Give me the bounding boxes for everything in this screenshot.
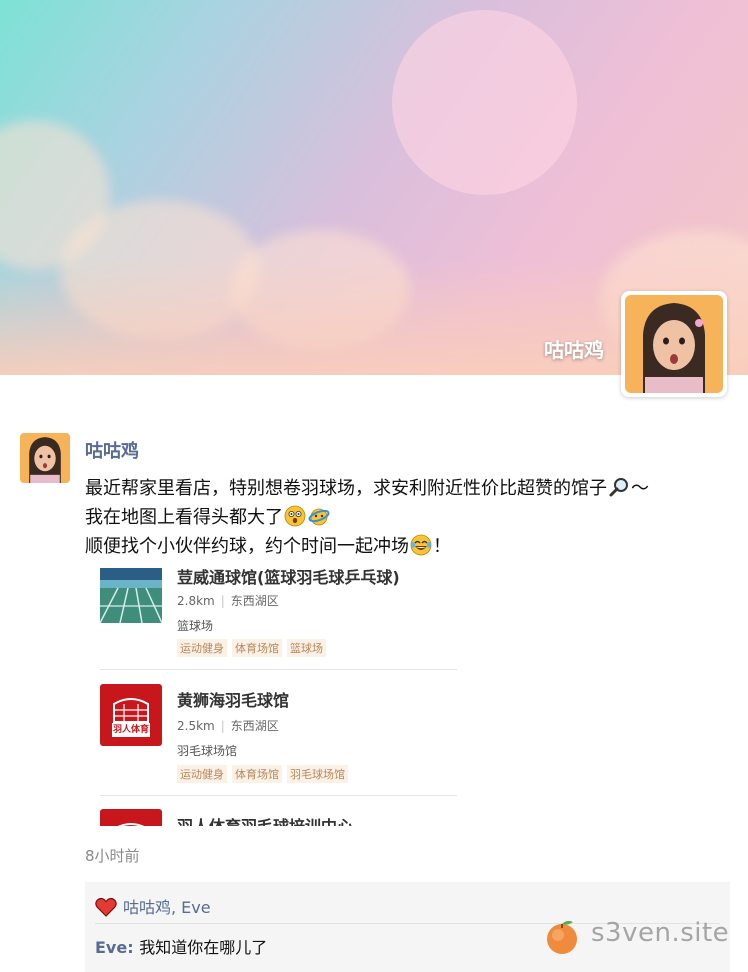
place-tag: 羽毛球场馆 — [287, 765, 348, 783]
place-tag: 篮球场 — [287, 639, 326, 657]
yuren-sports-logo: 羽人体育 — [100, 684, 162, 746]
shared-map-card[interactable]: 荳威通球馆(篮球羽毛球乒乓球) 2.8km | 东西湖区 篮球场 运动健身 体育场馆篮… — [100, 564, 457, 826]
meta-separator: | — [220, 594, 225, 608]
heart-icon — [95, 897, 117, 917]
comment-author[interactable]: Eve — [95, 938, 127, 957]
profile-name[interactable]: 咕咕鸡 — [544, 334, 604, 363]
post-line-2: 我在地图上看得头都大了 — [85, 507, 283, 528]
post-line-3-tail: ！ — [433, 536, 451, 557]
place-area: 东西湖区 — [230, 719, 279, 733]
post-time: 8小时前 — [85, 847, 140, 865]
place-tag: 体育场馆 — [232, 639, 282, 657]
post-line-3: 顺便找个小伙伴约球，约个时间一起冲场 — [85, 536, 409, 557]
place-meta: 2.5km | 东西湖区 — [177, 717, 279, 734]
place-tag: 运动健身 — [177, 765, 227, 783]
basketball-court-photo — [100, 568, 163, 630]
magnifier-emoji — [609, 478, 628, 497]
likes-row: 咕咕鸡, Eve — [95, 894, 211, 918]
meta-separator: | — [220, 719, 225, 733]
comment-item[interactable]: Eve: 我知道你在哪儿了 — [95, 934, 267, 958]
post-line-1-tail: ～ — [631, 478, 649, 499]
watermark-text: s3ven.site — [591, 918, 730, 948]
place-tags: 运动健身 体育场馆 篮球场 — [177, 637, 331, 657]
place-category: 羽毛球场馆 — [177, 744, 238, 758]
place-tags: 运动健身 体育场馆 羽毛球场馆 — [177, 763, 353, 783]
place-category: 篮球场 — [177, 619, 214, 633]
astonished-emoji — [284, 505, 306, 527]
place-title[interactable]: 羽人体育羽毛球培训中心 — [177, 813, 353, 826]
post-avatar[interactable] — [20, 433, 70, 483]
dizzy-emoji — [308, 508, 330, 526]
likes-names[interactable]: 咕咕鸡, Eve — [123, 898, 211, 917]
place-distance: 2.8km — [177, 594, 215, 608]
tears-of-joy-emoji — [410, 534, 432, 556]
item-divider — [100, 669, 457, 670]
peach-icon — [547, 920, 577, 954]
comment-separator: : — [127, 938, 140, 957]
item-divider — [100, 795, 457, 796]
post-text: 最近帮家里看店，特别想卷羽球场，求安利附近性价比超赞的馆子 ～ 我在地图上看得头都… — [85, 474, 725, 561]
place-area: 东西湖区 — [230, 594, 279, 608]
place-distance: 2.5km — [177, 719, 215, 733]
place-tag: 运动健身 — [177, 639, 227, 657]
profile-avatar[interactable] — [621, 291, 727, 397]
post-line-1: 最近帮家里看店，特别想卷羽球场，求安利附近性价比超赞的馆子 — [85, 478, 607, 499]
cover-moon — [392, 10, 577, 195]
yuren-sports-logo — [100, 809, 162, 826]
place-title[interactable]: 荳威通球馆(篮球羽毛球乒乓球) — [177, 564, 400, 588]
place-title[interactable]: 黄狮海羽毛球馆 — [177, 687, 289, 711]
logo-text: 羽人体育 — [112, 725, 149, 735]
place-meta: 2.8km | 东西湖区 — [177, 592, 279, 609]
place-tag: 体育场馆 — [232, 765, 282, 783]
post-author[interactable]: 咕咕鸡 — [85, 437, 139, 463]
comment-text: 我知道你在哪儿了 — [139, 938, 268, 957]
